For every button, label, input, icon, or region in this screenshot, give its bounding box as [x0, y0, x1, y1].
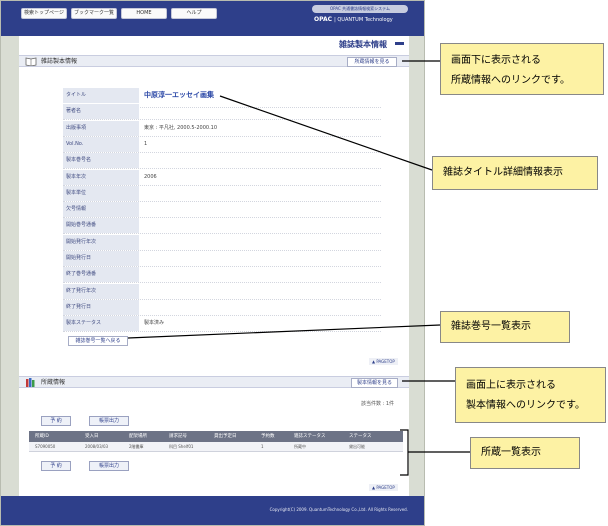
- callout-line: 雑誌タイトル詳細情報表示: [443, 167, 563, 178]
- callout-line: 製本情報へのリンクです。: [466, 400, 585, 411]
- callout-line: 所蔵情報へのリンクです。: [451, 75, 570, 86]
- connector-holdings-list: [400, 429, 470, 476]
- callout-binding-link: 画面上に表示される 製本情報へのリンクです。: [455, 367, 606, 423]
- callout-holdings-link: 画面下に表示される 所蔵情報へのリンクです。: [440, 43, 604, 95]
- callout-volume-list: 雑誌巻号一覧表示: [440, 311, 570, 343]
- callout-line: 画面上に表示される: [466, 380, 556, 391]
- callout-holdings-list: 所蔵一覧表示: [470, 437, 580, 469]
- callout-title-detail: 雑誌タイトル詳細情報表示: [432, 156, 598, 190]
- connector-title-detail: [219, 95, 433, 171]
- callout-line: 画面下に表示される: [451, 55, 541, 66]
- callout-line: 雑誌巻号一覧表示: [451, 321, 531, 332]
- connector-volume-list: [127, 324, 441, 339]
- callout-line: 所蔵一覧表示: [481, 447, 541, 458]
